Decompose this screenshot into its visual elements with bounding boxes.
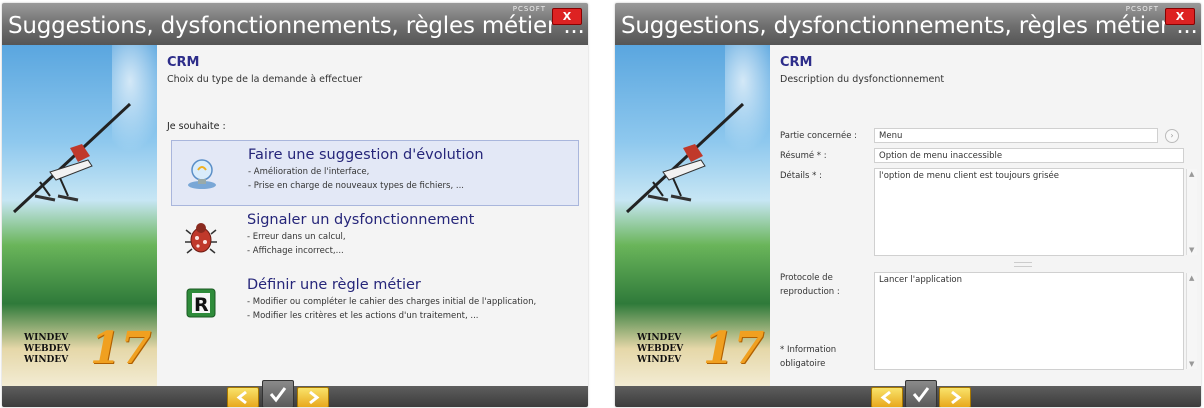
option-business-rule[interactable]: R Définir une règle métier - Modifier ou…	[171, 271, 577, 335]
pcsoft-logo: PCSOFT	[512, 5, 546, 13]
option-detail: - Prise en charge de nouveaux types de f…	[248, 181, 464, 191]
close-button[interactable]: X	[1165, 8, 1195, 25]
version-badge: 17	[90, 323, 152, 374]
details-textarea[interactable]: l'option de menu client est toujours gri…	[874, 168, 1184, 256]
checkmark-icon	[912, 387, 930, 403]
svg-text:R: R	[194, 294, 209, 316]
page-subtitle: Description du dysfonctionnement	[780, 74, 945, 85]
option-detail: - Erreur dans un calcul,	[247, 232, 346, 242]
protocole-label-line1: Protocole de	[780, 273, 833, 283]
close-button[interactable]: X	[552, 8, 582, 25]
resume-input[interactable]: Option de menu inaccessible	[874, 148, 1184, 163]
rule-icon: R	[186, 288, 216, 318]
protocole-scrollbar[interactable]: ▲ ▼	[1186, 273, 1197, 369]
mandatory-note-line2: obligatoire	[780, 359, 826, 369]
open-selection-button[interactable]: ›	[1165, 129, 1179, 143]
details-label: Détails * :	[780, 171, 822, 181]
partie-input[interactable]: Menu	[874, 128, 1158, 143]
option-detail: - Modifier ou compléter le cahier des ch…	[247, 297, 537, 307]
window-request-type: Suggestions, dysfonctionnements, règles …	[2, 3, 588, 407]
option-title: Signaler un dysfonctionnement	[247, 212, 475, 228]
chevron-left-icon	[236, 390, 247, 405]
title-bar[interactable]: Suggestions, dysfonctionnements, règles …	[615, 3, 1201, 45]
protocole-textarea[interactable]: Lancer l'application	[874, 272, 1184, 370]
chevron-left-icon	[880, 390, 891, 405]
seaplane-icon	[12, 102, 132, 214]
previous-button[interactable]	[871, 387, 903, 407]
content-area: CRM Choix du type de la demande à effect…	[157, 45, 588, 390]
option-detail: - Amélioration de l'interface,	[248, 167, 370, 177]
windev-logo: WINDEV WEBDEV WINDEV	[637, 333, 684, 365]
content-area: CRM Description du dysfonctionnement Par…	[770, 45, 1201, 390]
next-button[interactable]	[297, 387, 329, 407]
window-title: Suggestions, dysfonctionnements, règles …	[621, 13, 1198, 39]
option-title: Faire une suggestion d'évolution	[248, 147, 484, 163]
validate-button[interactable]	[905, 380, 937, 407]
version-badge: 17	[703, 323, 765, 374]
title-bar[interactable]: Suggestions, dysfonctionnements, règles …	[2, 3, 588, 45]
splitter-handle[interactable]	[1014, 262, 1032, 267]
option-suggestion[interactable]: Faire une suggestion d'évolution - Améli…	[171, 140, 579, 206]
window-title: Suggestions, dysfonctionnements, règles …	[8, 13, 585, 39]
page-title: CRM	[780, 55, 813, 70]
windev-logo: WINDEV WEBDEV WINDEV	[24, 333, 71, 365]
next-button[interactable]	[939, 387, 971, 407]
partie-label: Partie concernée :	[780, 131, 857, 141]
navigation-bar	[615, 380, 1201, 407]
side-illustration: WINDEV WEBDEV WINDEV 17	[2, 45, 157, 390]
window-malfunction-description: Suggestions, dysfonctionnements, règles …	[615, 3, 1201, 407]
protocole-label-line2: reproduction :	[780, 287, 840, 297]
bug-icon	[185, 223, 217, 254]
prompt-label: Je souhaite :	[167, 121, 226, 132]
option-detail: - Affichage incorrect,...	[247, 246, 344, 256]
details-scrollbar[interactable]: ▲ ▼	[1186, 169, 1197, 255]
seaplane-icon	[625, 102, 745, 214]
mandatory-note-line1: * Information	[780, 345, 837, 355]
chevron-right-icon	[309, 390, 320, 405]
resume-label: Résumé * :	[780, 151, 827, 161]
previous-button[interactable]	[227, 387, 259, 407]
chevron-right-icon	[951, 390, 962, 405]
navigation-bar	[2, 380, 588, 407]
validate-button[interactable]	[262, 380, 294, 407]
page-subtitle: Choix du type de la demande à effectuer	[167, 74, 363, 85]
lightbulb-icon	[188, 159, 216, 189]
side-illustration: WINDEV WEBDEV WINDEV 17	[615, 45, 770, 390]
pcsoft-logo: PCSOFT	[1125, 5, 1159, 13]
option-detail: - Modifier les critères et les actions d…	[247, 311, 479, 321]
option-title: Définir une règle métier	[247, 277, 421, 293]
option-malfunction[interactable]: Signaler un dysfonctionnement - Erreur d…	[171, 206, 577, 270]
checkmark-icon	[269, 387, 287, 403]
page-title: CRM	[167, 55, 200, 70]
